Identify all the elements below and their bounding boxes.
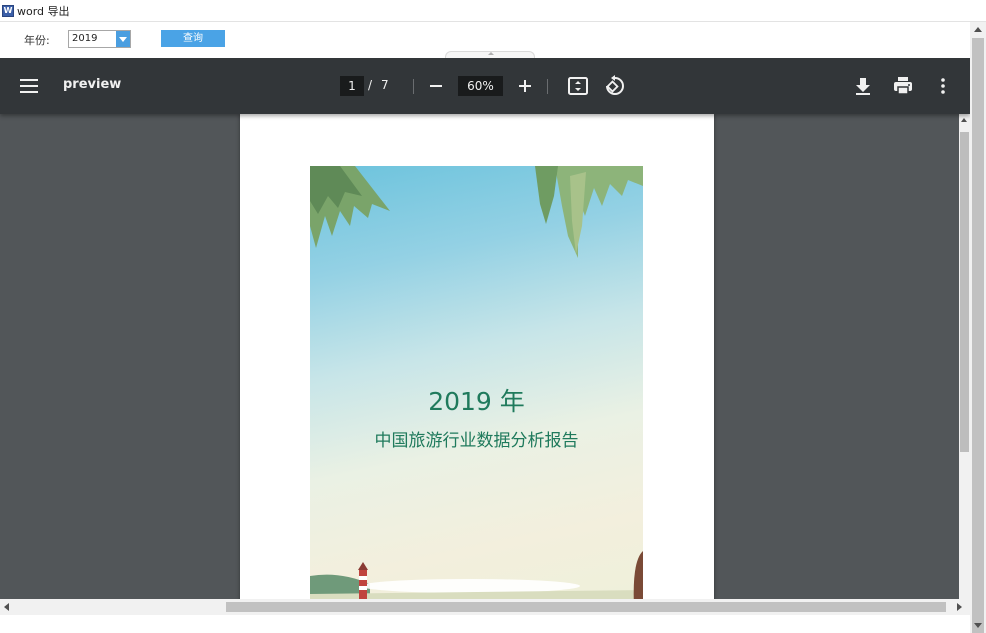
viewer-scroll-thumb[interactable]	[960, 132, 969, 452]
download-icon[interactable]	[851, 74, 875, 98]
filter-form: 年份: 2019 查询	[0, 22, 970, 58]
scroll-right-icon[interactable]	[957, 603, 962, 611]
horizontal-scrollbar[interactable]	[0, 599, 970, 615]
document-title: preview	[63, 77, 122, 92]
year-select-value: 2019	[72, 33, 98, 44]
scroll-up-icon[interactable]	[961, 118, 967, 122]
fit-page-icon[interactable]	[566, 74, 590, 98]
bottom-strip	[0, 615, 970, 633]
toolbar-divider	[413, 79, 414, 94]
collapse-toggle[interactable]	[445, 51, 535, 58]
toolbar-divider	[547, 79, 548, 94]
cover-subtitle: 中国旅游行业数据分析报告	[374, 431, 579, 451]
viewer-vertical-scrollbar[interactable]	[959, 114, 970, 599]
pdf-viewer: preview 1 / 7 60% 2019 年 中国旅游行业数据分析报告	[0, 58, 970, 599]
word-app-icon: W	[2, 4, 14, 17]
window-scroll-thumb[interactable]	[972, 38, 984, 633]
scroll-up-icon[interactable]	[974, 27, 982, 32]
zoom-in-icon[interactable]	[516, 76, 534, 96]
hamburger-icon[interactable]	[20, 79, 38, 93]
scroll-down-icon[interactable]	[974, 623, 982, 628]
scroll-left-icon[interactable]	[4, 603, 9, 611]
window-vertical-scrollbar[interactable]	[970, 22, 986, 633]
query-button[interactable]: 查询	[161, 30, 225, 47]
year-select[interactable]: 2019	[68, 30, 131, 48]
window-title: word 导出	[17, 4, 70, 18]
cover-year-title: 2019 年	[428, 387, 525, 416]
zoom-out-icon[interactable]	[427, 76, 445, 96]
window-titlebar: W word 导出	[0, 0, 986, 22]
more-vert-icon[interactable]	[931, 74, 955, 98]
page-separator: /	[368, 78, 373, 92]
year-label: 年份:	[24, 34, 50, 47]
page-total: 7	[381, 78, 389, 92]
horizontal-scroll-thumb[interactable]	[226, 602, 946, 612]
zoom-input[interactable]: 60%	[458, 76, 503, 96]
print-icon[interactable]	[891, 74, 915, 98]
pdf-toolbar: preview 1 / 7 60%	[0, 58, 970, 114]
rotate-icon[interactable]	[602, 74, 626, 98]
cover-image: 2019 年 中国旅游行业数据分析报告	[310, 166, 643, 599]
page-number-input[interactable]: 1	[340, 76, 364, 96]
pdf-page: 2019 年 中国旅游行业数据分析报告	[240, 114, 714, 599]
chevron-down-icon[interactable]	[116, 31, 130, 47]
